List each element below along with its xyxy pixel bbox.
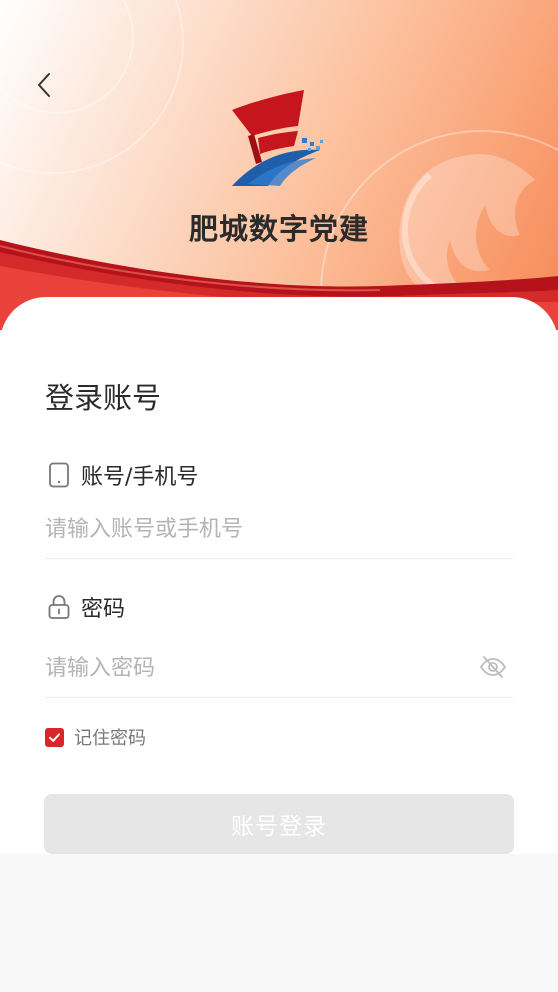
password-input[interactable] xyxy=(45,646,465,690)
header-banner: 肥城数字党建 xyxy=(0,0,558,330)
eye-off-icon[interactable] xyxy=(479,653,507,681)
account-label-text: 账号/手机号 xyxy=(81,465,199,490)
remember-checkbox[interactable] xyxy=(45,727,64,747)
password-label: 密码 xyxy=(47,591,125,623)
form-title: 登录账号 xyxy=(45,381,162,415)
divider xyxy=(45,697,513,698)
account-label: 账号/手机号 xyxy=(47,459,198,491)
chevron-left-icon[interactable] xyxy=(30,70,60,100)
checkmark-icon xyxy=(49,732,60,742)
remember-label: 记住密码 xyxy=(74,728,146,749)
account-input[interactable] xyxy=(45,507,513,551)
lock-icon xyxy=(48,595,70,619)
login-button[interactable]: 账号登录 xyxy=(44,794,514,854)
remember-password-toggle[interactable]: 记住密码 xyxy=(45,724,146,750)
app-logo xyxy=(232,90,323,186)
app-title: 肥城数字党建 xyxy=(188,212,369,246)
phone-icon xyxy=(49,462,69,488)
password-label-text: 密码 xyxy=(81,597,126,622)
login-card: 登录账号 账号/手机号 密码 记住密码 账号登录 xyxy=(0,297,558,854)
divider xyxy=(45,558,513,559)
